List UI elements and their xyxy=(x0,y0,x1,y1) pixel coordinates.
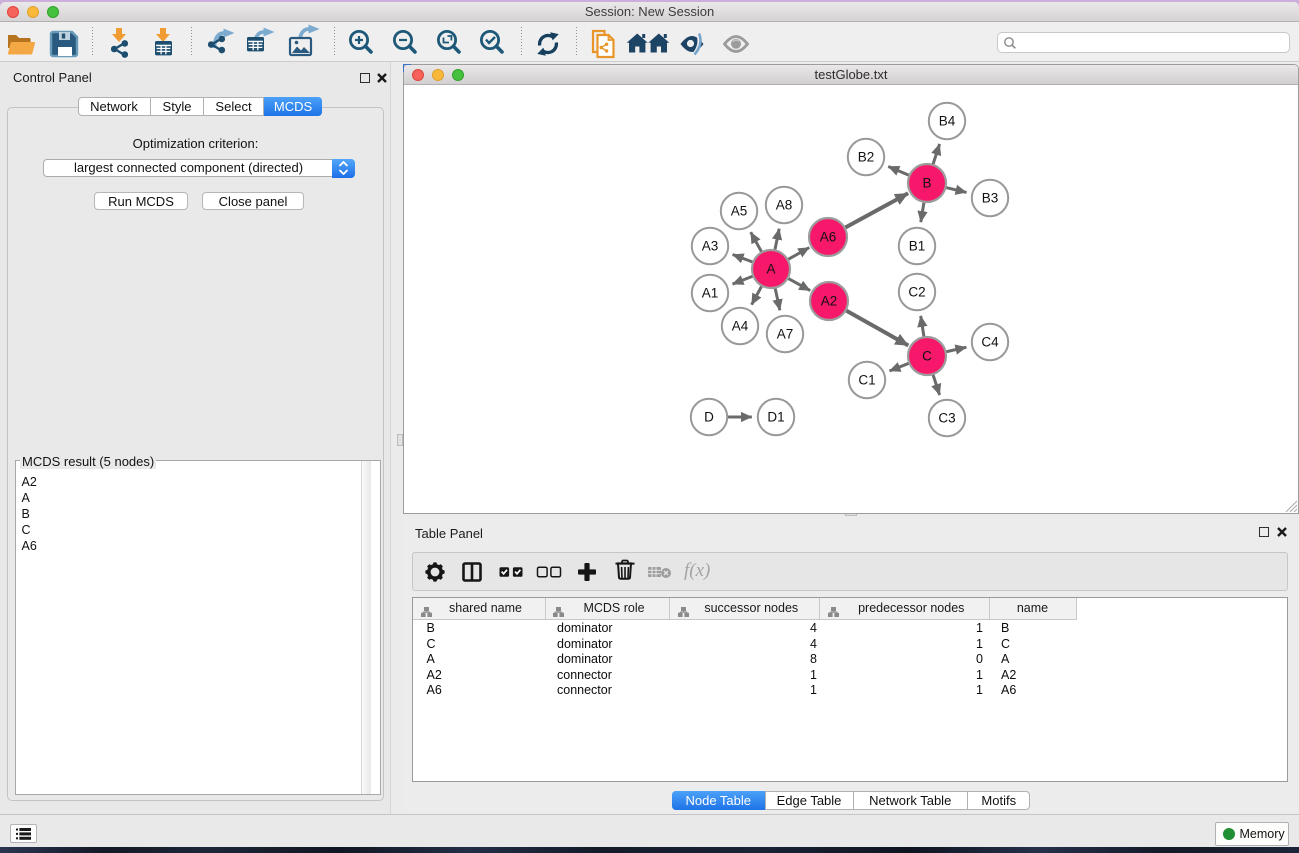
svg-text:B3: B3 xyxy=(982,191,999,206)
svg-text:C2: C2 xyxy=(908,285,925,300)
svg-text:A3: A3 xyxy=(702,239,719,254)
svg-text:B1: B1 xyxy=(909,239,926,254)
svg-text:A: A xyxy=(766,262,775,277)
svg-text:A1: A1 xyxy=(702,286,719,301)
svg-text:A8: A8 xyxy=(776,198,793,213)
svg-text:A7: A7 xyxy=(777,327,794,342)
svg-text:B2: B2 xyxy=(858,150,875,165)
svg-text:C4: C4 xyxy=(981,335,999,350)
svg-text:A6: A6 xyxy=(820,230,837,245)
svg-text:C1: C1 xyxy=(858,373,875,388)
svg-text:D: D xyxy=(704,410,714,425)
svg-text:A2: A2 xyxy=(821,294,838,309)
svg-text:C: C xyxy=(922,349,932,364)
svg-text:D1: D1 xyxy=(767,410,784,425)
svg-text:A5: A5 xyxy=(731,204,748,219)
svg-text:B4: B4 xyxy=(939,114,956,129)
svg-text:C3: C3 xyxy=(938,411,955,426)
svg-text:A4: A4 xyxy=(732,319,749,334)
svg-text:B: B xyxy=(922,176,931,191)
